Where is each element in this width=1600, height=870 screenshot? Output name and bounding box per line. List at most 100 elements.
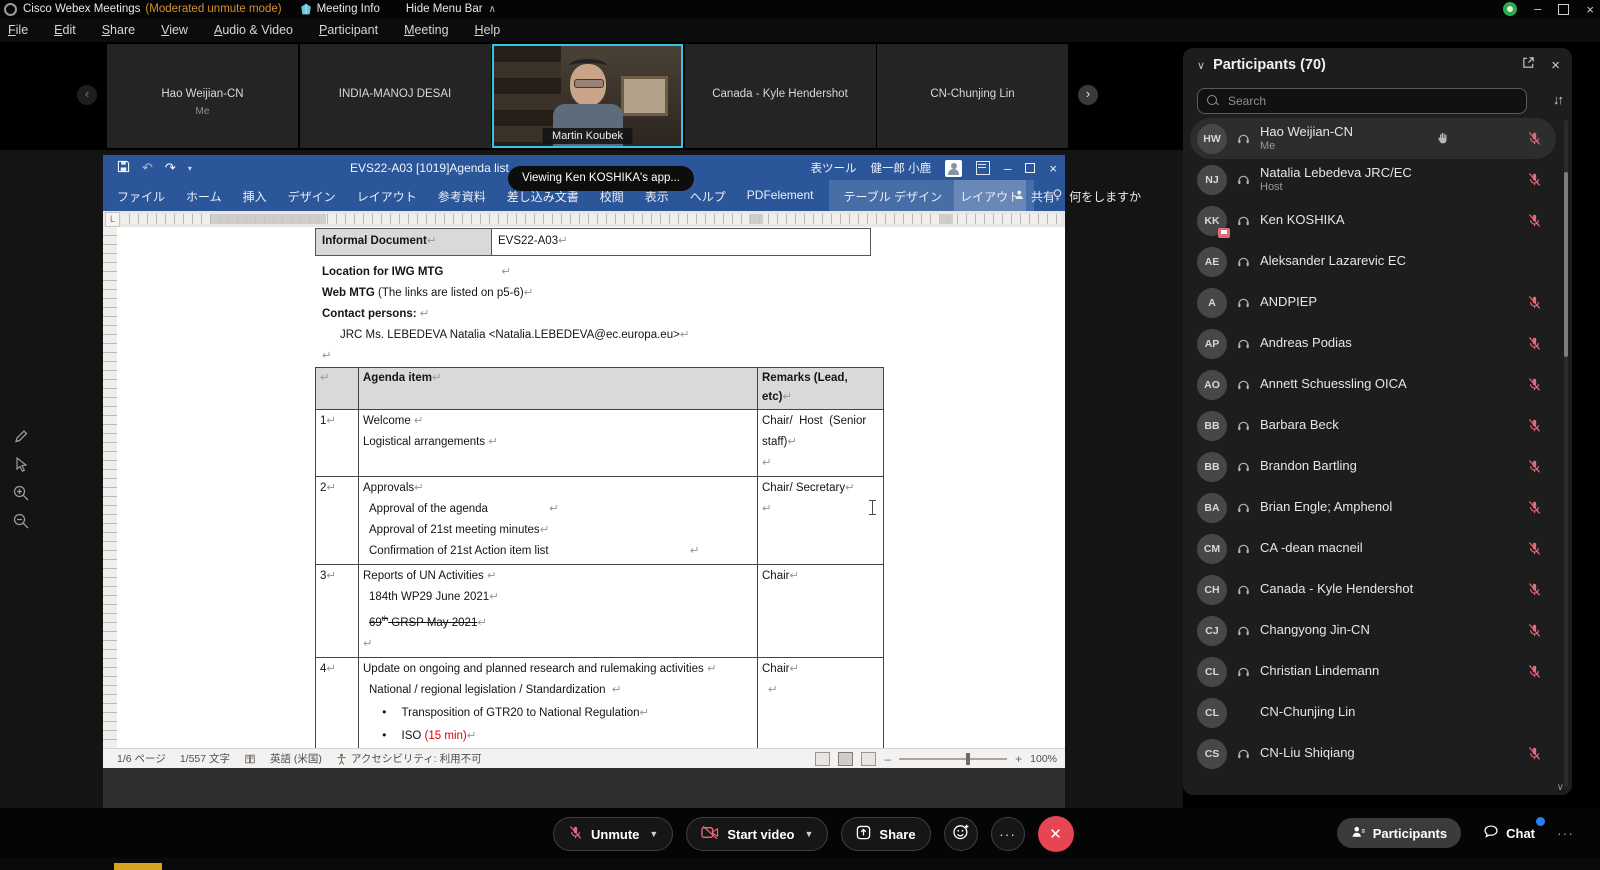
redo-icon[interactable]: ↷ — [165, 160, 176, 176]
menu-item-file[interactable]: File — [8, 23, 28, 37]
zoom-out-icon[interactable] — [12, 512, 32, 532]
office-share-button[interactable]: 共有 — [1014, 188, 1055, 205]
video-tile[interactable]: Martin Koubek — [492, 44, 683, 148]
ribbon-tab[interactable]: ヘルプ — [690, 188, 726, 205]
menu-item-meeting[interactable]: Meeting — [404, 23, 448, 37]
video-tile[interactable]: Hao Weijian-CNMe — [107, 44, 298, 148]
ribbon-tab[interactable]: ホーム — [186, 188, 222, 205]
filmstrip-previous-button[interactable]: ‹ — [77, 85, 97, 105]
participant-row[interactable]: AEAleksander Lazarevic EC — [1190, 241, 1556, 282]
qat-dropdown-icon[interactable]: ▾ — [188, 164, 192, 173]
office-avatar[interactable] — [945, 160, 962, 177]
zoom-level[interactable]: 100% — [1030, 753, 1057, 765]
chat-toggle-button[interactable]: Chat — [1483, 824, 1535, 842]
pop-out-icon[interactable] — [1522, 56, 1535, 74]
filmstrip-next-button[interactable]: › — [1078, 85, 1098, 105]
search-input[interactable] — [1226, 93, 1510, 109]
unmute-button[interactable]: Unmute ▼ — [553, 817, 673, 851]
participant-row[interactable]: CHCanada - Kyle Hendershot — [1190, 569, 1556, 610]
meeting-info-label[interactable]: Meeting Info — [317, 3, 380, 15]
participant-row[interactable]: BBBarbara Beck — [1190, 405, 1556, 446]
scroll-down-icon[interactable]: ∨ — [1557, 782, 1564, 793]
sort-icon[interactable]: ↓↑ — [1553, 92, 1562, 107]
ribbon-tab[interactable]: 挿入 — [243, 188, 267, 205]
save-icon[interactable] — [117, 160, 130, 176]
zoom-slider[interactable] — [899, 758, 1007, 760]
unmute-options-chevron-icon[interactable]: ▼ — [649, 829, 658, 839]
document-canvas[interactable]: Informal Document↵ EVS22-A03↵ Location f… — [117, 227, 1065, 749]
video-options-chevron-icon[interactable]: ▼ — [805, 829, 814, 839]
undo-icon[interactable]: ↶ — [142, 160, 153, 176]
reactions-button[interactable] — [944, 817, 978, 851]
accessibility-status[interactable]: アクセシビリティ: 利用不可 — [351, 751, 482, 766]
menu-item-help[interactable]: Help — [475, 23, 501, 37]
start-video-button[interactable]: Start video ▼ — [686, 817, 828, 851]
word-restore-button[interactable] — [1025, 163, 1035, 173]
web-layout-icon[interactable] — [861, 752, 876, 766]
panel-collapse-icon[interactable]: ∨ — [1197, 59, 1205, 72]
zoom-slider-thumb[interactable] — [966, 753, 970, 765]
participant-row[interactable]: CJChangyong Jin-CN — [1190, 610, 1556, 651]
hide-menu-bar-button[interactable]: Hide Menu Bar — [406, 3, 483, 15]
ribbon-tab[interactable]: 参考資料 — [438, 188, 486, 205]
page-indicator[interactable]: 1/6 ページ — [117, 751, 166, 766]
zoom-out-control[interactable]: – — [884, 752, 891, 766]
annotation-select-icon[interactable] — [12, 456, 32, 476]
participant-row[interactable]: CLCN-Chunjing Lin — [1190, 692, 1556, 733]
participant-row[interactable]: KKKen KOSHIKA — [1190, 200, 1556, 241]
leave-meeting-button[interactable]: ✕ — [1038, 816, 1074, 852]
agenda-header-row: ↵Agenda item↵Remarks (Lead, etc)↵ — [316, 368, 883, 410]
menu-item-participant[interactable]: Participant — [319, 23, 378, 37]
participant-row[interactable]: BBBrandon Bartling — [1190, 446, 1556, 487]
ribbon-tab[interactable]: ファイル — [117, 188, 165, 205]
panel-scrollbar-thumb[interactable] — [1564, 172, 1568, 357]
app-titlebar: Cisco Webex Meetings (Moderated unmute m… — [0, 0, 1600, 18]
restore-button[interactable] — [1558, 4, 1569, 15]
more-panels-icon[interactable]: ··· — [1557, 825, 1574, 841]
participant-row[interactable]: AOAnnett Schuessling OICA — [1190, 364, 1556, 405]
participant-row[interactable]: APAndreas Podias — [1190, 323, 1556, 364]
menu-item-audio-video[interactable]: Audio & Video — [214, 23, 293, 37]
participant-row[interactable]: HWHao Weijian-CNMe — [1190, 118, 1556, 159]
panel-close-icon[interactable]: × — [1551, 57, 1560, 74]
tab-stop-selector[interactable]: L — [105, 212, 120, 227]
print-layout-icon[interactable] — [838, 752, 853, 766]
read-mode-icon[interactable] — [815, 752, 830, 766]
video-tile[interactable]: Canada - Kyle Hendershot — [685, 44, 876, 148]
ribbon-tab[interactable]: レイアウト — [357, 188, 417, 205]
tell-me-box[interactable]: 何をしますか — [1052, 188, 1141, 205]
close-button[interactable]: × — [1586, 2, 1594, 17]
ribbon-tab[interactable]: デザイン — [288, 188, 336, 205]
video-tile[interactable]: CN-Chunjing Lin — [877, 44, 1068, 148]
minimize-button[interactable]: – — [1534, 4, 1541, 14]
ribbon-tab[interactable]: PDFelement — [747, 188, 814, 205]
avatar: CL — [1197, 657, 1227, 687]
language-indicator[interactable]: 英語 (米国) — [270, 751, 322, 766]
mic-muted-slot — [1527, 418, 1542, 438]
participant-row[interactable]: AANDPIEP — [1190, 282, 1556, 323]
menu-item-share[interactable]: Share — [102, 23, 135, 37]
participant-row[interactable]: NJNatalia Lebedeva JRC/ECHost — [1190, 159, 1556, 200]
word-count[interactable]: 1/557 文字 — [180, 751, 230, 766]
contextual-tab[interactable]: テーブル デザイン — [843, 188, 942, 205]
participant-row[interactable]: CSCN-Liu Shiqiang — [1190, 733, 1556, 774]
word-minimize-button[interactable]: – — [1004, 161, 1011, 176]
participant-row[interactable]: CLChristian Lindemann — [1190, 651, 1556, 692]
video-tile[interactable]: INDIA-MANOJ DESAI — [300, 44, 491, 148]
participant-row[interactable]: CMCA -dean macneil — [1190, 528, 1556, 569]
word-close-button[interactable]: × — [1049, 161, 1057, 176]
panel-scrollbar[interactable] — [1564, 120, 1568, 787]
menu-item-edit[interactable]: Edit — [54, 23, 76, 37]
participant-name-block: CN-Chunjing Lin — [1260, 705, 1355, 720]
zoom-in-icon[interactable] — [12, 484, 32, 504]
proofing-icon[interactable] — [244, 753, 256, 765]
zoom-in-control[interactable]: + — [1015, 752, 1022, 766]
annotation-pen-icon[interactable] — [12, 428, 32, 448]
menu-item-view[interactable]: View — [161, 23, 188, 37]
more-options-button[interactable]: ··· — [991, 817, 1025, 851]
ribbon-display-options-icon[interactable] — [976, 161, 990, 175]
participants-toggle-button[interactable]: Participants — [1337, 818, 1461, 848]
participant-row[interactable]: BABrian Engle; Amphenol — [1190, 487, 1556, 528]
participant-search[interactable] — [1197, 88, 1527, 114]
share-button[interactable]: Share — [841, 817, 930, 851]
